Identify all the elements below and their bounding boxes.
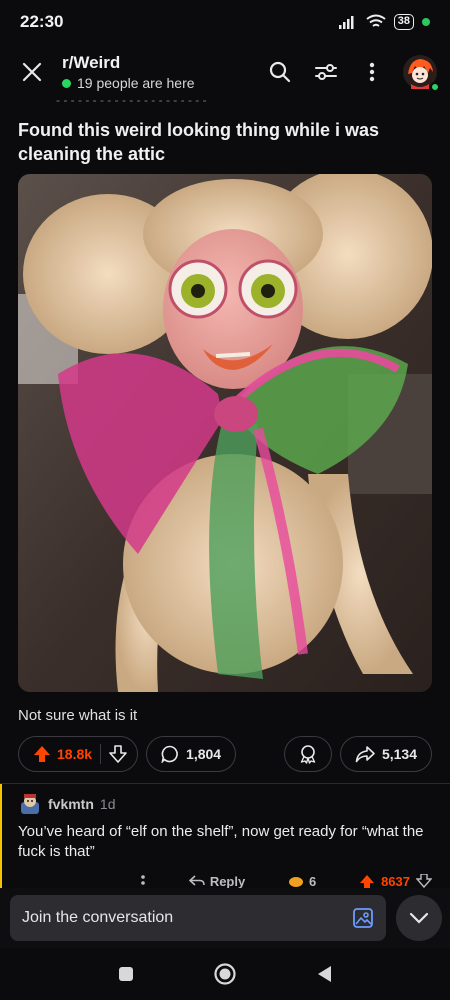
more-vertical-icon[interactable] — [140, 874, 146, 888]
presence-text: 19 people are here — [77, 75, 195, 91]
comment-votes: 8637 — [359, 874, 432, 888]
image-icon[interactable] — [352, 907, 374, 929]
comment-awards[interactable]: 6 — [288, 874, 316, 888]
share-button[interactable]: 5,134 — [339, 736, 432, 772]
compose-bar: Join the conversation — [0, 888, 450, 948]
creepy-doll-photo — [18, 174, 432, 692]
upvote-icon[interactable] — [359, 874, 375, 888]
back-icon[interactable] — [315, 964, 333, 984]
status-icons: 38 — [338, 14, 430, 30]
reply-icon — [188, 875, 205, 886]
award-icon — [300, 745, 316, 764]
post-title: Found this weird looking thing while i w… — [18, 120, 380, 164]
comments-button[interactable]: 1,804 — [146, 736, 237, 772]
chevron-down-icon — [409, 912, 429, 924]
comment-timestamp: 1d — [99, 796, 116, 812]
post-body: Not sure what is it — [18, 707, 138, 724]
close-icon — [22, 62, 42, 82]
comment-header: fvkmtn 1d — [18, 792, 432, 816]
clipped-author-line: - - - - - - - - - - - - - - - - - - - - … — [56, 98, 207, 106]
online-dot — [62, 78, 71, 88]
comment-actions: Reply 6 8637 — [140, 874, 432, 888]
join-conversation-input[interactable]: Join the conversation — [10, 895, 386, 941]
signal-icon — [338, 16, 354, 29]
recents-icon[interactable] — [117, 965, 135, 983]
share-count: 5,134 — [381, 746, 417, 762]
close-button[interactable] — [12, 52, 52, 92]
more-options-button[interactable] — [352, 52, 392, 92]
comment-text: You’ve heard of “elf on the shelf”, now … — [18, 823, 424, 860]
user-avatar-button[interactable] — [402, 54, 440, 92]
upvote-count: 18.8k — [57, 746, 93, 762]
upvote-icon[interactable] — [33, 745, 51, 763]
comment-award-count: 6 — [309, 874, 317, 888]
commenter-avatar[interactable] — [18, 792, 42, 816]
privacy-dot — [422, 18, 430, 26]
sort-filter-button[interactable] — [306, 52, 346, 92]
comment-username[interactable]: fvkmtn — [48, 796, 94, 812]
comment-vote-count: 8637 — [381, 874, 410, 888]
vote-divider — [100, 744, 102, 764]
status-time: 22:30 — [20, 12, 64, 31]
award-emoji-icon — [289, 877, 304, 887]
header-actions — [260, 52, 440, 92]
system-nav-bar — [0, 948, 450, 1000]
subreddit-name[interactable]: r/Weird — [62, 53, 260, 73]
downvote-icon[interactable] — [416, 874, 432, 888]
wifi-icon — [366, 14, 386, 27]
share-icon — [355, 746, 375, 763]
collapse-button[interactable] — [396, 895, 442, 941]
vote-pill: 18.8k — [18, 736, 139, 772]
post-header: r/Weird 19 people are here — [0, 44, 450, 100]
search-icon — [269, 61, 291, 83]
comment-thread-line — [0, 784, 2, 894]
more-vertical-icon — [369, 62, 375, 82]
battery-indicator: 38 — [393, 14, 414, 30]
filter-icon — [315, 64, 337, 80]
subreddit-info[interactable]: r/Weird 19 people are here — [62, 53, 260, 91]
award-button[interactable] — [283, 736, 332, 772]
post-action-row: 18.8k 1,804 5,134 — [18, 736, 432, 772]
search-button[interactable] — [260, 52, 300, 92]
reply-button[interactable]: Reply — [188, 874, 246, 888]
reply-label: Reply — [209, 874, 246, 888]
status-bar: 22:30 38 — [0, 0, 450, 44]
comments-count: 1,804 — [186, 746, 222, 762]
avatar-online-dot — [430, 82, 440, 92]
home-icon[interactable] — [213, 962, 237, 986]
downvote-icon[interactable] — [109, 745, 127, 763]
comment-item: fvkmtn 1d You’ve heard of “elf on the sh… — [18, 792, 432, 862]
post-image[interactable] — [18, 174, 432, 692]
comment-icon — [161, 745, 178, 763]
compose-placeholder: Join the conversation — [22, 909, 174, 926]
section-divider — [0, 783, 450, 784]
presence-indicator: 19 people are here — [62, 75, 260, 91]
